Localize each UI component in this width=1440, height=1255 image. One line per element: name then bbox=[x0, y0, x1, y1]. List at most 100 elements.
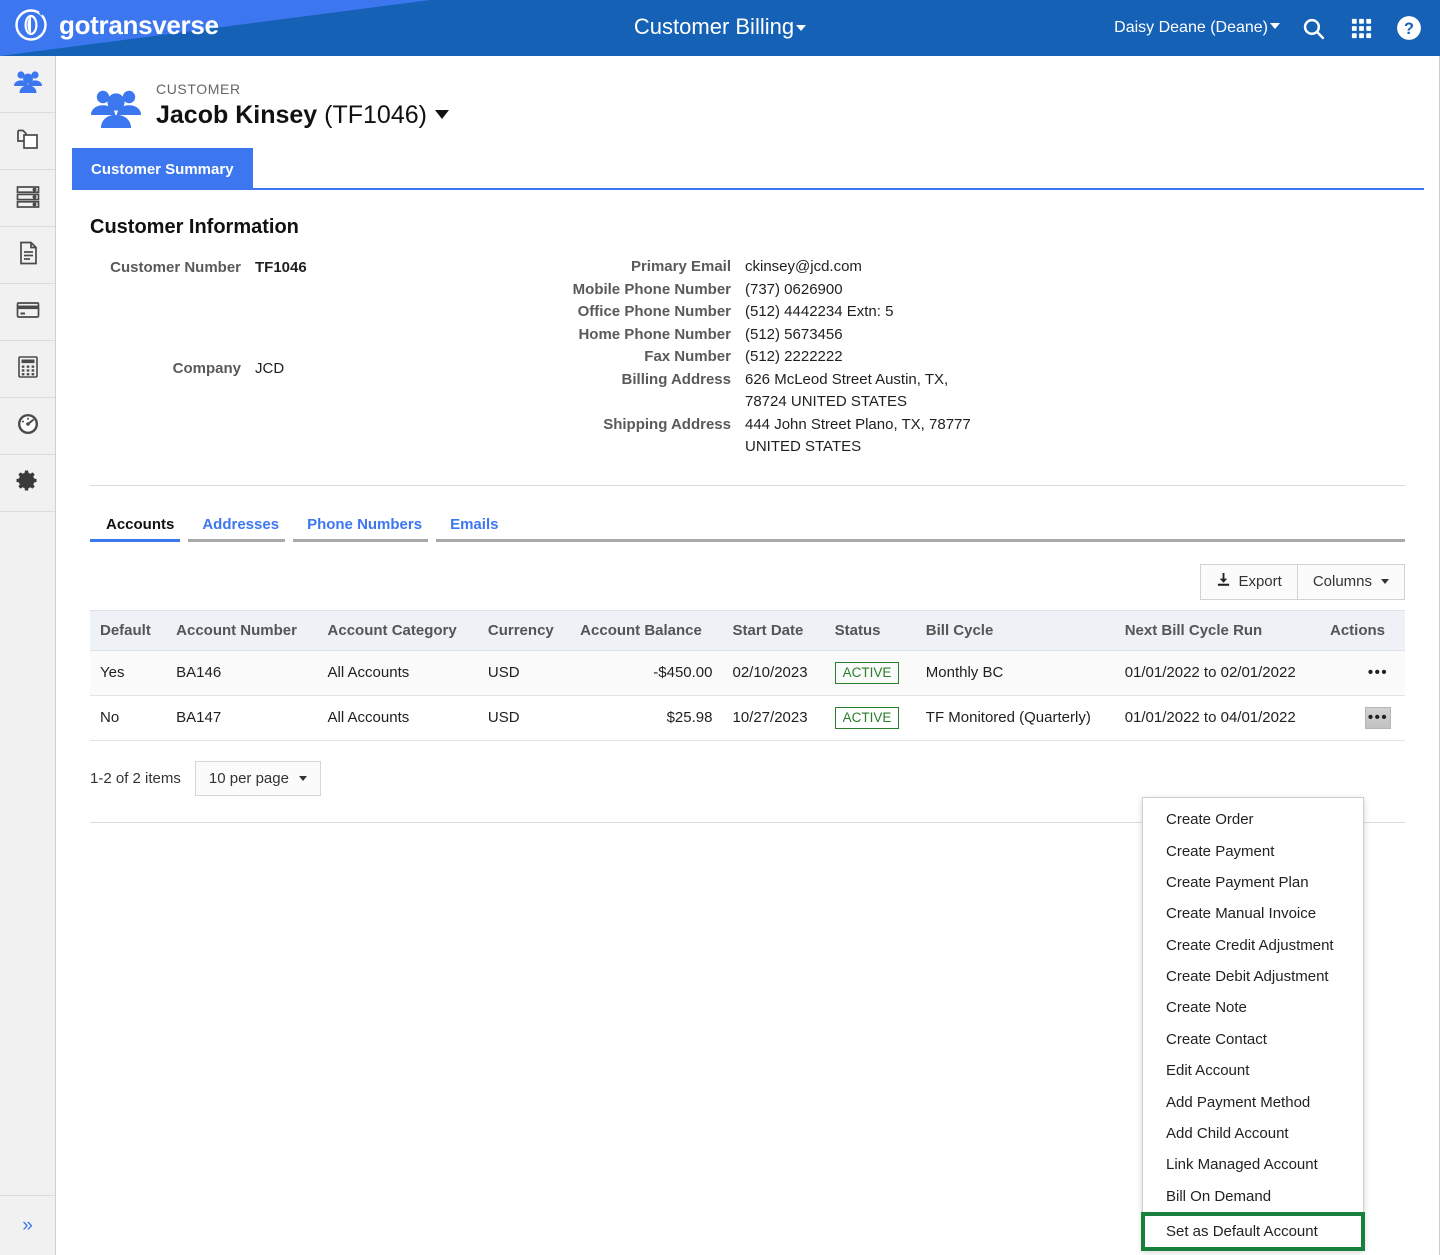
col-start-date[interactable]: Start Date bbox=[722, 609, 825, 651]
info-value: (512) 5673456 bbox=[745, 325, 843, 343]
pagination-summary: 1-2 of 2 items bbox=[90, 769, 181, 787]
cell-account-balance: $25.98 bbox=[570, 695, 723, 741]
menu-item-create-note[interactable]: Create Note bbox=[1143, 992, 1363, 1023]
menu-item-add-child-account[interactable]: Add Child Account bbox=[1143, 1118, 1363, 1149]
credit-card-icon bbox=[15, 297, 41, 328]
chevron-down-icon[interactable] bbox=[434, 110, 449, 119]
sidebar-item-products[interactable] bbox=[0, 113, 55, 170]
sidebar-item-dashboard[interactable] bbox=[0, 398, 55, 455]
app-title-label[interactable]: Customer Billing bbox=[634, 14, 794, 39]
sidebar-item-customers[interactable] bbox=[0, 56, 55, 113]
chevron-down-icon[interactable] bbox=[796, 25, 807, 31]
table-row[interactable]: Yes BA146 All Accounts USD -$450.00 02/1… bbox=[90, 650, 1405, 696]
menu-item-bill-on-demand[interactable]: Bill On Demand bbox=[1143, 1181, 1363, 1212]
menu-item-set-as-default-account[interactable]: Set as Default Account bbox=[1141, 1211, 1365, 1251]
menu-item-create-debit-adjustment[interactable]: Create Debit Adjustment bbox=[1143, 961, 1363, 992]
col-account-balance[interactable]: Account Balance bbox=[570, 609, 723, 651]
menu-item-create-order[interactable]: Create Order bbox=[1143, 804, 1363, 835]
info-label: Billing Address bbox=[621, 370, 731, 388]
tab-accounts-label: Accounts bbox=[106, 515, 175, 533]
calculator-icon bbox=[15, 354, 41, 385]
status-badge: ACTIVE bbox=[834, 661, 900, 684]
menu-item-create-contact[interactable]: Create Contact bbox=[1143, 1024, 1363, 1055]
pagination: 1-2 of 2 items 10 per page bbox=[90, 760, 1439, 796]
cell-actions: ••• bbox=[1319, 695, 1405, 741]
info-value: TF1046 bbox=[255, 259, 307, 276]
tab-addresses-label: Addresses bbox=[202, 515, 280, 533]
document-icon bbox=[15, 240, 41, 271]
info-label: Home Phone Number bbox=[578, 325, 731, 343]
section-divider bbox=[90, 484, 1405, 486]
svg-text:?: ? bbox=[1404, 20, 1414, 38]
table-row[interactable]: No BA147 All Accounts USD $25.98 10/27/2… bbox=[90, 695, 1405, 741]
menu-item-add-payment-method[interactable]: Add Payment Method bbox=[1143, 1086, 1363, 1117]
brand-name: gotransverse bbox=[59, 9, 219, 40]
tab-customer-summary[interactable]: Customer Summary bbox=[72, 148, 253, 190]
cell-account-number: BA146 bbox=[166, 650, 318, 696]
customer-information-section: Customer Information Customer Number TF1… bbox=[56, 190, 1439, 459]
col-currency[interactable]: Currency bbox=[477, 609, 571, 651]
brand[interactable]: gotransverse bbox=[14, 8, 219, 42]
columns-button[interactable]: Columns bbox=[1297, 563, 1405, 600]
info-row: Customer Number TF1046 bbox=[90, 257, 307, 358]
topbar-right-actions: Daisy Deane (Deane) ? bbox=[1114, 0, 1424, 56]
export-label: Export bbox=[1238, 573, 1282, 590]
col-actions: Actions bbox=[1319, 609, 1405, 651]
tab-phone-numbers-label: Phone Numbers bbox=[307, 515, 423, 533]
menu-item-create-manual-invoice[interactable]: Create Manual Invoice bbox=[1143, 898, 1363, 929]
sidebar-expand-button[interactable]: » bbox=[0, 1195, 55, 1255]
ellipsis-icon[interactable]: ••• bbox=[1365, 706, 1391, 729]
left-sidebar: » bbox=[0, 56, 56, 1255]
customer-info-right-column: Primary Email ckinsey@jcd.com Mobile Pho… bbox=[560, 249, 985, 459]
accounts-table: Default Account Number Account Category … bbox=[90, 609, 1405, 741]
per-page-select[interactable]: 10 per page bbox=[194, 760, 321, 796]
chevron-down-icon bbox=[1381, 579, 1389, 584]
user-menu[interactable]: Daisy Deane (Deane) bbox=[1114, 19, 1280, 37]
sidebar-item-settings[interactable] bbox=[0, 455, 55, 512]
search-icon[interactable] bbox=[1298, 13, 1328, 43]
menu-item-create-payment[interactable]: Create Payment bbox=[1143, 835, 1363, 866]
sidebar-item-documents[interactable] bbox=[0, 227, 55, 284]
tab-emails[interactable]: Emails bbox=[436, 516, 512, 542]
col-status[interactable]: Status bbox=[824, 609, 916, 651]
ellipsis-icon[interactable]: ••• bbox=[1365, 662, 1391, 684]
sidebar-item-calculator[interactable] bbox=[0, 341, 55, 398]
help-icon[interactable]: ? bbox=[1394, 13, 1424, 43]
cell-default: No bbox=[90, 695, 167, 741]
export-button[interactable]: Export bbox=[1200, 563, 1298, 600]
apps-grid-icon[interactable] bbox=[1346, 13, 1376, 43]
download-icon bbox=[1216, 572, 1231, 591]
info-value: (512) 2222222 bbox=[745, 348, 843, 365]
info-row: Mobile Phone Number (737) 0626900 bbox=[560, 279, 985, 302]
sidebar-item-servers[interactable] bbox=[0, 170, 55, 227]
menu-item-edit-account[interactable]: Edit Account bbox=[1143, 1055, 1363, 1086]
cell-next-bill-cycle-run: 01/01/2022 to 04/01/2022 bbox=[1114, 695, 1320, 741]
chevron-double-right-icon: » bbox=[22, 1214, 33, 1236]
cell-bill-cycle: TF Monitored (Quarterly) bbox=[915, 695, 1115, 741]
col-default[interactable]: Default bbox=[90, 609, 167, 651]
tab-accounts[interactable]: Accounts bbox=[90, 516, 188, 542]
menu-item-create-payment-plan[interactable]: Create Payment Plan bbox=[1143, 867, 1363, 898]
col-account-category[interactable]: Account Category bbox=[317, 609, 478, 651]
cell-actions: ••• bbox=[1319, 650, 1405, 696]
products-copy-icon bbox=[15, 126, 41, 157]
tab-phone-numbers[interactable]: Phone Numbers bbox=[293, 516, 436, 542]
cell-status: ACTIVE bbox=[824, 650, 916, 696]
info-label: Primary Email bbox=[630, 258, 731, 275]
info-value: JCD bbox=[255, 359, 285, 377]
sidebar-item-payments[interactable] bbox=[0, 284, 55, 341]
menu-item-link-managed-account[interactable]: Link Managed Account bbox=[1143, 1149, 1363, 1180]
col-bill-cycle[interactable]: Bill Cycle bbox=[915, 609, 1115, 651]
status-badge: ACTIVE bbox=[834, 706, 900, 729]
col-account-number[interactable]: Account Number bbox=[166, 609, 318, 651]
user-menu-label: Daisy Deane (Deane) bbox=[1114, 19, 1268, 36]
col-next-bill-cycle-run[interactable]: Next Bill Cycle Run bbox=[1114, 609, 1320, 651]
customer-group-icon bbox=[90, 86, 142, 132]
menu-item-create-credit-adjustment[interactable]: Create Credit Adjustment bbox=[1143, 930, 1363, 961]
info-value: (512) 4442234 Extn: 5 bbox=[745, 303, 894, 320]
info-row: Company JCD bbox=[90, 358, 307, 459]
cell-account-balance: -$450.00 bbox=[570, 650, 723, 696]
cell-start-date: 10/27/2023 bbox=[722, 695, 825, 741]
tab-addresses[interactable]: Addresses bbox=[188, 516, 293, 542]
accounts-table-body: Yes BA146 All Accounts USD -$450.00 02/1… bbox=[90, 650, 1405, 741]
